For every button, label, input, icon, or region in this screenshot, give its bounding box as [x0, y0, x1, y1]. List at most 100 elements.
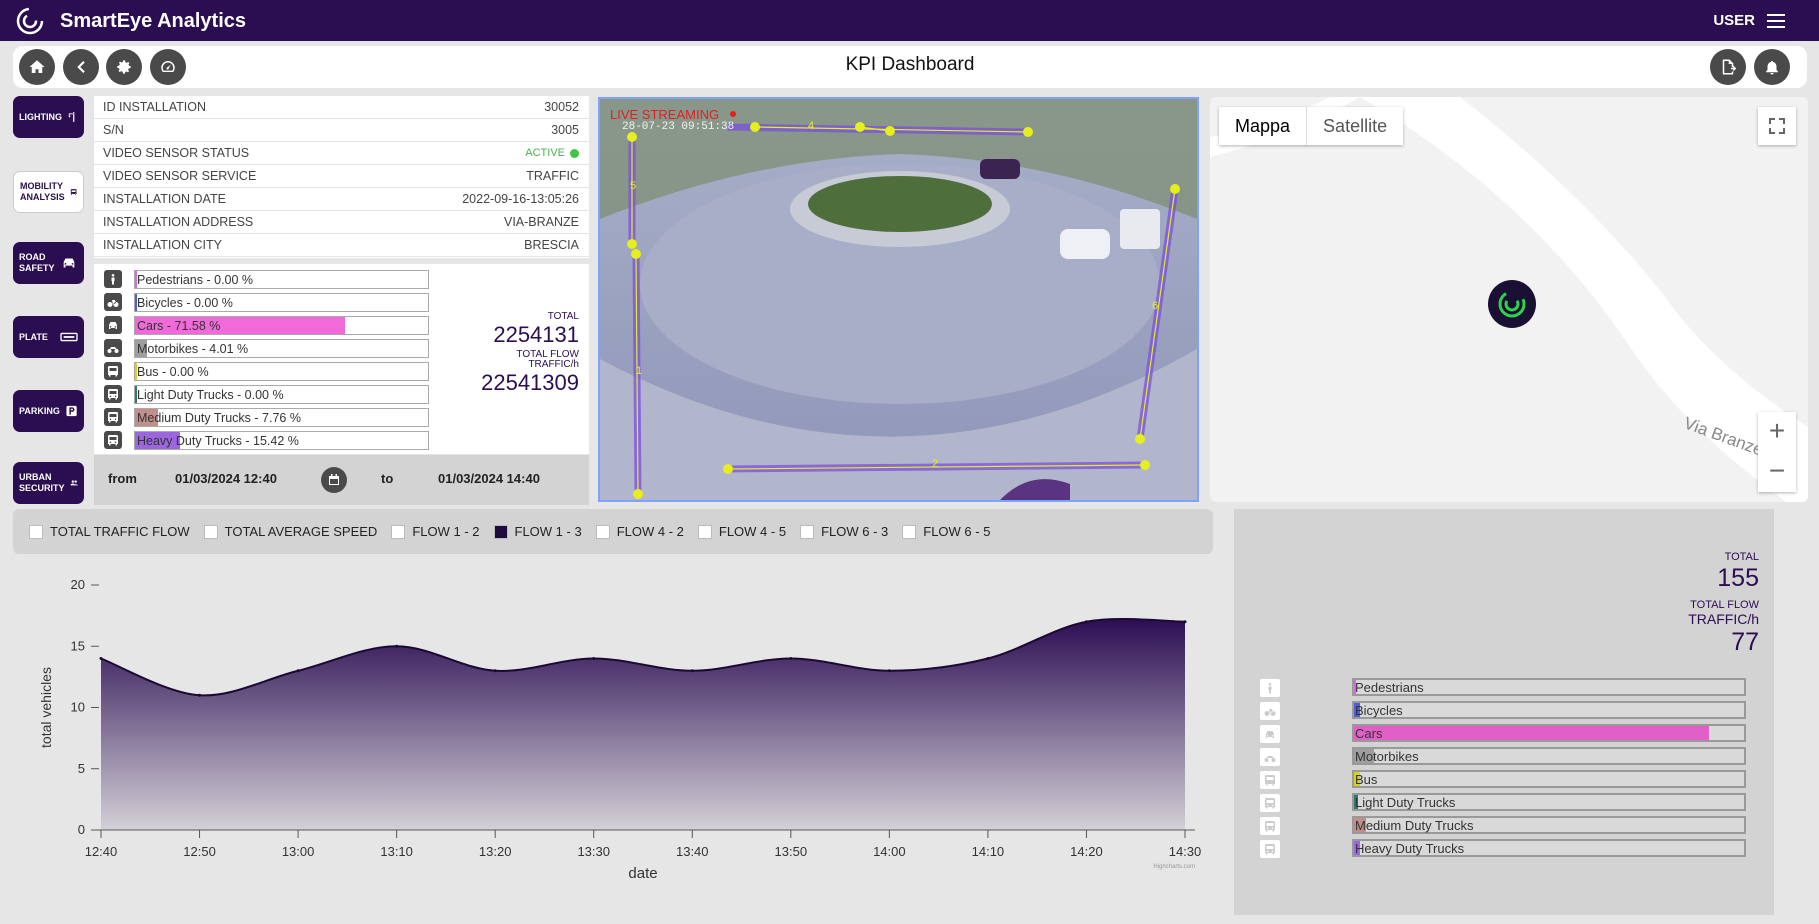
summary-bar-label: Motorbikes: [1355, 749, 1419, 764]
info-row: INSTALLATION CITY BRESCIA: [94, 234, 589, 257]
export-button[interactable]: [1710, 49, 1746, 85]
legend-item[interactable]: FLOW 1 - 3: [493, 524, 582, 539]
vehicle-icon-box: [104, 385, 122, 403]
summary-total-value: 155: [1717, 564, 1759, 592]
vehicle-stat-label: Medium Duty Trucks - 7.76 %: [137, 410, 301, 425]
total-value: 2254131: [493, 322, 579, 347]
legend-checkbox[interactable]: [493, 524, 508, 539]
sub-bar: KPI Dashboard: [13, 46, 1807, 88]
to-date[interactable]: 01/03/2024 14:40: [438, 471, 540, 486]
y-tick-label: 15: [71, 638, 85, 653]
data-point: [887, 669, 891, 673]
legend-item[interactable]: TOTAL AVERAGE SPEED: [203, 524, 377, 539]
nav-mobility-analysis[interactable]: MOBILITY ANALYSIS: [13, 171, 84, 213]
map-tab-mappa[interactable]: Mappa: [1219, 107, 1308, 145]
hamburger-icon[interactable]: [1767, 13, 1785, 28]
nav-urban-security[interactable]: URBAN SECURITY: [13, 462, 84, 504]
live-streaming-label: LIVE STREAMING: [610, 107, 719, 122]
map-panel[interactable]: Mappa Satellite Via Branze + −: [1210, 97, 1808, 502]
map-marker[interactable]: [1488, 280, 1536, 328]
truck-icon: [1265, 844, 1275, 855]
vehicle-stat-label: Cars - 71.58 %: [137, 318, 221, 333]
user-menu[interactable]: USER: [1713, 12, 1785, 29]
summary-flow-value: 77: [1731, 628, 1759, 656]
notifications-button[interactable]: [1754, 49, 1790, 85]
vehicle-stat-row: Heavy Duty Trucks - 15.42 %: [104, 430, 444, 450]
car-icon: [109, 322, 117, 329]
info-value: 3005: [551, 123, 579, 137]
legend-checkbox[interactable]: [800, 524, 815, 539]
summary-icon-box: [1260, 840, 1280, 858]
zoom-in-button[interactable]: +: [1758, 412, 1796, 452]
nav-plate[interactable]: PLATE: [13, 316, 84, 358]
car-crash-icon: [63, 258, 75, 268]
legend-item[interactable]: FLOW 4 - 2: [595, 524, 684, 539]
data-point: [690, 669, 694, 673]
info-row: VIDEO SENSOR SERVICE TRAFFIC: [94, 165, 589, 188]
truck-icon: [108, 389, 118, 400]
info-value: VIA-BRANZE: [503, 215, 579, 229]
summary-bar: Motorbikes: [1352, 747, 1746, 765]
nav-mobility-label-2: ANALYSIS: [20, 192, 65, 202]
status-dot-icon: [570, 148, 579, 158]
info-value: 30052: [544, 100, 579, 114]
info-value: BRESCIA: [524, 238, 579, 252]
legend-item[interactable]: FLOW 4 - 5: [697, 524, 786, 539]
fullscreen-button[interactable]: [1758, 107, 1796, 145]
summary-bar: Medium Duty Trucks: [1352, 816, 1746, 834]
from-date[interactable]: 01/03/2024 12:40: [175, 471, 277, 486]
legend-item[interactable]: FLOW 1 - 2: [391, 524, 480, 539]
info-label: INSTALLATION DATE: [103, 192, 226, 206]
zone-label-1: 1: [636, 365, 642, 377]
legend-checkbox[interactable]: [203, 524, 218, 539]
legend-checkbox[interactable]: [902, 524, 917, 539]
calendar-icon: [329, 474, 339, 485]
summary-bar: Pedestrians: [1352, 678, 1746, 696]
zoom-out-button[interactable]: −: [1758, 452, 1796, 492]
vehicle-stat-label: Motorbikes - 4.01 %: [137, 341, 249, 356]
legend-checkbox[interactable]: [391, 524, 406, 539]
page-title: KPI Dashboard: [845, 54, 975, 75]
x-tick-label: 12:50: [183, 844, 216, 859]
map-tab-satellite[interactable]: Satellite: [1307, 107, 1403, 145]
nav-lighting[interactable]: LIGHTING: [13, 96, 84, 138]
info-label: ID INSTALLATION: [103, 100, 207, 114]
vehicle-icon-box: [104, 362, 122, 380]
vehicle-stat-row: Bus - 0.00 %: [104, 361, 444, 381]
data-point: [1084, 620, 1088, 624]
vehicle-stats-panel: TOTAL 2254131 TOTAL FLOW TRAFFIC/h 22541…: [94, 264, 589, 454]
total-flow-value: 22541309: [481, 370, 579, 395]
legend-item[interactable]: FLOW 6 - 5: [902, 524, 990, 539]
vehicle-stat-bar: Cars - 71.58 %: [134, 315, 429, 335]
legend-label: FLOW 1 - 2: [412, 524, 480, 539]
summary-bar-label: Light Duty Trucks: [1355, 795, 1456, 810]
nav-parking[interactable]: PARKING: [13, 390, 84, 432]
x-tick-label: 13:10: [380, 844, 413, 859]
fullscreen-icon: [1769, 118, 1785, 134]
summary-icon-box: [1260, 794, 1280, 812]
summary-row: Pedestrians: [1260, 678, 1750, 698]
legend-item[interactable]: FLOW 6 - 3: [800, 524, 888, 539]
x-tick-label: 14:30: [1169, 844, 1202, 859]
truck-icon: [1265, 798, 1275, 809]
top-bar: SmartEye Analytics USER: [0, 0, 1819, 41]
truck-icon: [108, 412, 118, 423]
legend-checkbox[interactable]: [29, 524, 43, 539]
summary-total-label: TOTAL: [1724, 551, 1759, 563]
legend-checkbox[interactable]: [697, 524, 712, 539]
legend-checkbox[interactable]: [595, 524, 610, 539]
brand[interactable]: SmartEye Analytics: [12, 6, 246, 36]
nav-parking-label: PARKING: [19, 405, 60, 416]
nav-lighting-label: LIGHTING: [19, 111, 62, 122]
calendar-button[interactable]: [321, 467, 347, 493]
vehicle-stat-label: Bus - 0.00 %: [137, 364, 209, 379]
summary-bar-label: Bicycles: [1355, 703, 1403, 718]
x-tick-label: 14:10: [972, 844, 1005, 859]
nav-road-safety[interactable]: ROAD SAFETY: [13, 242, 84, 284]
status-text: ACTIVE: [525, 147, 565, 159]
legend-item[interactable]: TOTAL TRAFFIC FLOW: [29, 524, 190, 539]
x-tick-label: 13:40: [676, 844, 709, 859]
video-stream[interactable]: 4 5 1 6 2 LIVE STREAMING 28-07-23 09:51:…: [598, 97, 1199, 502]
logo-icon: [16, 7, 44, 35]
status-badge: ACTIVE: [525, 147, 579, 159]
